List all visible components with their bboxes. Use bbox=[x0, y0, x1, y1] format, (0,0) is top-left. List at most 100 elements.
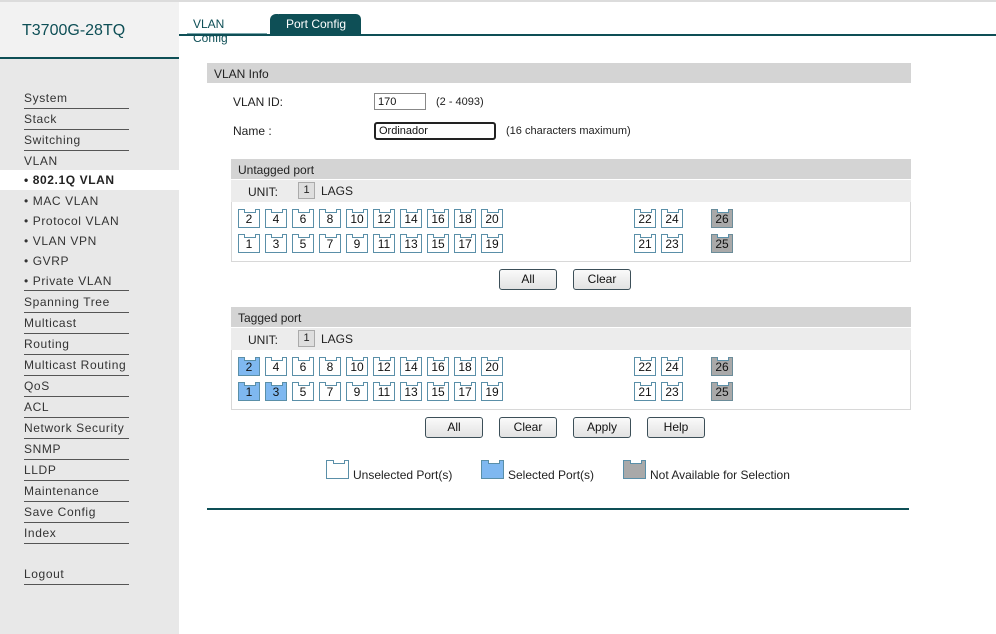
menu-item-protocol-vlan[interactable]: • Protocol VLAN bbox=[24, 214, 119, 228]
tagged-port-4[interactable]: 4 bbox=[265, 357, 287, 376]
tagged-port-17[interactable]: 17 bbox=[454, 382, 476, 401]
tab-port-config[interactable]: Port Config bbox=[274, 14, 361, 35]
untagged-port-25: 25 bbox=[711, 234, 733, 253]
tagged-port-14[interactable]: 14 bbox=[400, 357, 422, 376]
untagged-port-12[interactable]: 12 bbox=[373, 209, 395, 228]
untagged-port-23[interactable]: 23 bbox=[661, 234, 683, 253]
tagged-port-7[interactable]: 7 bbox=[319, 382, 341, 401]
untagged-port-title: Untagged port bbox=[238, 163, 315, 177]
menu-item-vlan[interactable]: VLAN bbox=[24, 154, 129, 171]
menu-item-logout[interactable]: Logout bbox=[24, 567, 129, 585]
tagged-lags-label[interactable]: LAGS bbox=[321, 332, 353, 346]
untagged-port-13[interactable]: 13 bbox=[400, 234, 422, 253]
name-hint: (16 characters maximum) bbox=[506, 125, 631, 137]
menu-item-multicast[interactable]: Multicast bbox=[24, 316, 129, 334]
untagged-port-24[interactable]: 24 bbox=[661, 209, 683, 228]
tagged-port-23[interactable]: 23 bbox=[661, 382, 683, 401]
tagged-port-15[interactable]: 15 bbox=[427, 382, 449, 401]
untagged-port-16[interactable]: 16 bbox=[427, 209, 449, 228]
menu-item-gvrp[interactable]: • GVRP bbox=[24, 254, 69, 268]
untagged-port-2[interactable]: 2 bbox=[238, 209, 260, 228]
untagged-unit-label: UNIT: bbox=[248, 185, 278, 199]
untagged-port-6[interactable]: 6 bbox=[292, 209, 314, 228]
untagged-all-button[interactable]: All bbox=[499, 269, 557, 290]
vlan-id-input[interactable] bbox=[374, 93, 426, 110]
tagged-port-5[interactable]: 5 bbox=[292, 382, 314, 401]
tagged-port-21[interactable]: 21 bbox=[634, 382, 656, 401]
untagged-port-20[interactable]: 20 bbox=[481, 209, 503, 228]
untagged-port-9[interactable]: 9 bbox=[346, 234, 368, 253]
tagged-clear-button[interactable]: Clear bbox=[499, 417, 557, 438]
menu-item-maintenance[interactable]: Maintenance bbox=[24, 484, 129, 502]
menu-item-spanning-tree[interactable]: Spanning Tree bbox=[24, 295, 129, 313]
tagged-port-22[interactable]: 22 bbox=[634, 357, 656, 376]
tagged-port-8[interactable]: 8 bbox=[319, 357, 341, 376]
untagged-port-11[interactable]: 11 bbox=[373, 234, 395, 253]
untagged-port-14[interactable]: 14 bbox=[400, 209, 422, 228]
untagged-clear-button[interactable]: Clear bbox=[573, 269, 631, 290]
unselected-port-icon bbox=[326, 460, 349, 479]
tagged-port-16[interactable]: 16 bbox=[427, 357, 449, 376]
menu-item-private-vlan[interactable]: • Private VLAN bbox=[24, 274, 129, 291]
untagged-port-21[interactable]: 21 bbox=[634, 234, 656, 253]
menu-item-vlan-vpn[interactable]: • VLAN VPN bbox=[24, 234, 97, 248]
untagged-lags-label[interactable]: LAGS bbox=[321, 184, 353, 198]
menu-item-network-security[interactable]: Network Security bbox=[24, 421, 129, 439]
untagged-port-18[interactable]: 18 bbox=[454, 209, 476, 228]
apply-button[interactable]: Apply bbox=[573, 417, 631, 438]
bottom-divider bbox=[207, 508, 909, 510]
tagged-unit-selector[interactable]: 1 bbox=[298, 330, 315, 347]
untagged-port-19[interactable]: 19 bbox=[481, 234, 503, 253]
menu-item-index[interactable]: Index bbox=[24, 526, 129, 544]
tab-vlan-config[interactable]: VLAN Config bbox=[181, 14, 270, 45]
selected-port-icon bbox=[481, 460, 504, 479]
untagged-port-1[interactable]: 1 bbox=[238, 234, 260, 253]
tagged-port-13[interactable]: 13 bbox=[400, 382, 422, 401]
untagged-port-26: 26 bbox=[711, 209, 733, 228]
untagged-port-4[interactable]: 4 bbox=[265, 209, 287, 228]
menu-item-8021q-vlan[interactable]: • 802.1Q VLAN bbox=[0, 170, 179, 190]
tagged-port-24[interactable]: 24 bbox=[661, 357, 683, 376]
help-button[interactable]: Help bbox=[647, 417, 705, 438]
tagged-port-3[interactable]: 3 bbox=[265, 382, 287, 401]
menu-item-routing[interactable]: Routing bbox=[24, 337, 129, 355]
tagged-port-18[interactable]: 18 bbox=[454, 357, 476, 376]
device-title: T3700G-28TQ bbox=[22, 22, 126, 39]
menu-item-qos[interactable]: QoS bbox=[24, 379, 129, 397]
menu-item-multicast-routing[interactable]: Multicast Routing bbox=[24, 358, 129, 376]
tab-port-config-label: Port Config bbox=[286, 17, 347, 31]
tagged-all-button[interactable]: All bbox=[425, 417, 483, 438]
tagged-port-20[interactable]: 20 bbox=[481, 357, 503, 376]
untagged-port-10[interactable]: 10 bbox=[346, 209, 368, 228]
menu-item-switching[interactable]: Switching bbox=[24, 133, 129, 151]
menu-item-snmp[interactable]: SNMP bbox=[24, 442, 129, 460]
untagged-port-panel: 2 4 6 8 10 12 14 16 18 20 22 24 26 1 3 5 7 9 11 13 15 17 19 21 2… bbox=[231, 202, 911, 262]
untagged-port-8[interactable]: 8 bbox=[319, 209, 341, 228]
untagged-port-17[interactable]: 17 bbox=[454, 234, 476, 253]
menu-item-mac-vlan[interactable]: • MAC VLAN bbox=[24, 194, 99, 208]
untagged-port-22[interactable]: 22 bbox=[634, 209, 656, 228]
untagged-port-15[interactable]: 15 bbox=[427, 234, 449, 253]
name-label: Name : bbox=[233, 124, 272, 138]
tagged-port-1[interactable]: 1 bbox=[238, 382, 260, 401]
tagged-port-10[interactable]: 10 bbox=[346, 357, 368, 376]
tagged-port-2[interactable]: 2 bbox=[238, 357, 260, 376]
unavailable-port-icon bbox=[623, 460, 646, 479]
vlan-info-title: VLAN Info bbox=[214, 67, 269, 81]
untagged-port-7[interactable]: 7 bbox=[319, 234, 341, 253]
menu-item-system[interactable]: System bbox=[24, 91, 129, 109]
menu-item-stack[interactable]: Stack bbox=[24, 112, 129, 130]
menu-item-lldp[interactable]: LLDP bbox=[24, 463, 129, 481]
tagged-port-9[interactable]: 9 bbox=[346, 382, 368, 401]
vlan-name-input[interactable] bbox=[374, 122, 496, 140]
untagged-unit-selector[interactable]: 1 bbox=[298, 182, 315, 199]
untagged-port-5[interactable]: 5 bbox=[292, 234, 314, 253]
tagged-port-6[interactable]: 6 bbox=[292, 357, 314, 376]
tagged-port-12[interactable]: 12 bbox=[373, 357, 395, 376]
legend-unselected-label: Unselected Port(s) bbox=[353, 468, 453, 482]
tagged-port-11[interactable]: 11 bbox=[373, 382, 395, 401]
menu-item-acl[interactable]: ACL bbox=[24, 400, 129, 418]
menu-item-save-config[interactable]: Save Config bbox=[24, 505, 129, 523]
untagged-port-3[interactable]: 3 bbox=[265, 234, 287, 253]
tagged-port-19[interactable]: 19 bbox=[481, 382, 503, 401]
